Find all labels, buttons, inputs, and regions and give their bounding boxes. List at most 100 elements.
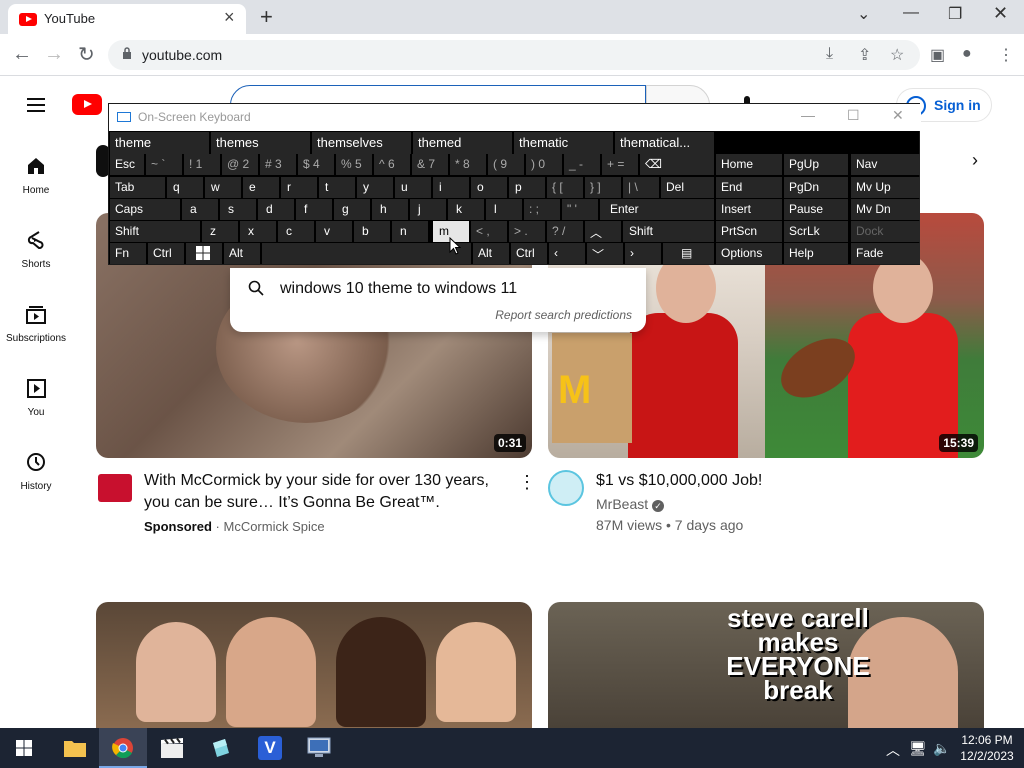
youtube-logo[interactable]	[72, 94, 102, 115]
key-prtscn[interactable]: PrtScn	[716, 221, 782, 242]
key[interactable]: @ 2	[222, 154, 258, 175]
osk-maximize-button[interactable]: ☐	[847, 107, 860, 124]
key-esc[interactable]: Esc	[110, 154, 144, 175]
menu-kebab-icon[interactable]: ⋮	[998, 45, 1014, 65]
key[interactable]: o	[471, 177, 507, 198]
forward-arrow-icon[interactable]: →	[44, 43, 64, 66]
sidebar-item-you[interactable]: You	[0, 355, 72, 429]
key[interactable]: f	[296, 199, 332, 220]
key-space[interactable]	[262, 243, 471, 264]
key-tab[interactable]: Tab	[110, 177, 165, 198]
clock[interactable]: 12:06 PM 12/2/2023	[958, 732, 1016, 764]
hamburger-menu-icon[interactable]	[27, 98, 45, 112]
key[interactable]: k	[448, 199, 484, 220]
taskbar-remote-desktop[interactable]	[295, 728, 343, 768]
key[interactable]: { [	[547, 177, 583, 198]
back-arrow-icon[interactable]: ←	[12, 43, 32, 66]
taskbar-file-explorer[interactable]	[50, 728, 98, 768]
key-mv-up[interactable]: Mv Up	[851, 177, 920, 198]
key-caps[interactable]: Caps	[110, 199, 180, 220]
more-actions-icon[interactable]: ⋮	[518, 472, 536, 493]
key-backspace[interactable]: ⌫	[640, 154, 714, 175]
key-pgup[interactable]: PgUp	[784, 154, 848, 175]
key[interactable]: q	[167, 177, 203, 198]
prediction-key[interactable]: themed	[413, 132, 512, 154]
key-alt-right[interactable]: Alt	[473, 243, 509, 264]
key[interactable]: v	[316, 221, 352, 242]
new-tab-button[interactable]: +	[260, 4, 273, 30]
key-help[interactable]: Help	[784, 243, 848, 264]
key[interactable]: s	[220, 199, 256, 220]
key[interactable]: $ 4	[298, 154, 334, 175]
key[interactable]: _ -	[564, 154, 600, 175]
key[interactable]: } ]	[585, 177, 621, 198]
key[interactable]: x	[240, 221, 276, 242]
key-shift-left[interactable]: Shift	[110, 221, 200, 242]
key[interactable]: " '	[562, 199, 598, 220]
key[interactable]: ~ `	[146, 154, 182, 175]
key[interactable]: z	[202, 221, 238, 242]
key-arrow-left[interactable]: ‹	[549, 243, 585, 264]
key-alt-left[interactable]: Alt	[224, 243, 260, 264]
sidebar-item-home[interactable]: Home	[0, 133, 72, 207]
key-mv-dn[interactable]: Mv Dn	[851, 199, 920, 220]
key[interactable]: > .	[509, 221, 545, 242]
close-tab-icon[interactable]: ×	[224, 7, 235, 28]
key[interactable]: % 5	[336, 154, 372, 175]
key[interactable]: p	[509, 177, 545, 198]
reload-icon[interactable]: ↻	[78, 42, 95, 67]
taskbar-app[interactable]	[197, 728, 245, 768]
key-arrow-down[interactable]: ﹀	[587, 243, 623, 264]
key[interactable]: j	[410, 199, 446, 220]
chevron-right-icon[interactable]: ›	[972, 150, 978, 171]
key-scrlk[interactable]: ScrLk	[784, 221, 848, 242]
side-panel-icon[interactable]: ▣	[930, 45, 945, 65]
prediction-key[interactable]: thematic	[514, 132, 613, 154]
video-thumbnail[interactable]	[96, 602, 532, 728]
key[interactable]: ! 1	[184, 154, 220, 175]
channel-name[interactable]: MrBeast	[596, 496, 648, 512]
key[interactable]: l	[486, 199, 522, 220]
install-icon[interactable]: ⤓	[826, 45, 833, 63]
key[interactable]: # 3	[260, 154, 296, 175]
video-title[interactable]: With McCormick by your side for over 130…	[144, 470, 504, 514]
prediction-key[interactable]: themes	[211, 132, 310, 154]
key-arrow-right[interactable]: ›	[625, 243, 661, 264]
prediction-key[interactable]: theme	[110, 132, 209, 154]
share-icon[interactable]: ⇪	[858, 45, 871, 65]
tab-search-icon[interactable]: ⌄	[857, 4, 870, 24]
volume-muted-icon[interactable]: 🔈	[933, 740, 950, 757]
address-bar[interactable]: youtube.com	[108, 40, 920, 70]
prediction-key[interactable]: themselves	[312, 132, 411, 154]
key-nav[interactable]: Nav	[851, 154, 920, 175]
channel-avatar[interactable]	[548, 470, 584, 506]
bookmark-star-icon[interactable]: ☆	[890, 45, 904, 65]
osk-minimize-button[interactable]: —	[801, 107, 815, 123]
video-title[interactable]: $1 vs $10,000,000 Job!	[596, 470, 762, 492]
key[interactable]: ^ 6	[374, 154, 410, 175]
key-pgdn[interactable]: PgDn	[784, 177, 848, 198]
key-dock[interactable]: Dock	[851, 221, 920, 242]
key[interactable]: g	[334, 199, 370, 220]
report-predictions-link[interactable]: Report search predictions	[495, 308, 632, 322]
key-options[interactable]: Options	[716, 243, 782, 264]
key[interactable]: u	[395, 177, 431, 198]
key[interactable]: w	[205, 177, 241, 198]
key[interactable]: a	[182, 199, 218, 220]
key[interactable]: + =	[602, 154, 638, 175]
key-arrow-up[interactable]: ︿	[585, 221, 621, 242]
sidebar-item-shorts[interactable]: Shorts	[0, 207, 72, 281]
key[interactable]: < ,	[471, 221, 507, 242]
prediction-key[interactable]: thematical...	[615, 132, 714, 154]
key[interactable]: ? /	[547, 221, 583, 242]
key-fade[interactable]: Fade	[851, 243, 920, 264]
minimize-button[interactable]: —	[903, 4, 919, 22]
key-del[interactable]: Del	[661, 177, 714, 198]
key-windows[interactable]	[186, 243, 222, 264]
key[interactable]: : ;	[524, 199, 560, 220]
taskbar-v-app[interactable]: V	[246, 728, 294, 768]
taskbar-video-editor[interactable]	[148, 728, 196, 768]
restore-button[interactable]: ❐	[948, 4, 962, 24]
start-button[interactable]	[0, 728, 48, 768]
key-end[interactable]: End	[716, 177, 782, 198]
